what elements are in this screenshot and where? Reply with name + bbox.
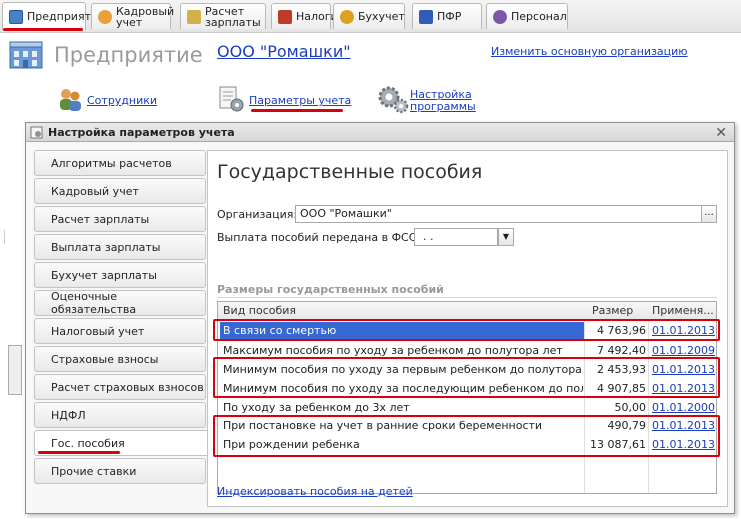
highlight-box — [213, 357, 720, 398]
tab-label: Персонал — [511, 10, 567, 23]
column-header-kind[interactable]: Вид пособия — [223, 302, 583, 320]
program-settings-link[interactable]: Настройка программы — [410, 89, 476, 113]
settings-nav: Алгоритмы расчетов Кадровый учет Расчет … — [34, 150, 210, 486]
nav-item-algorithms[interactable]: Алгоритмы расчетов — [34, 150, 206, 176]
organization-field[interactable]: ООО "Ромашки" — [295, 205, 702, 223]
nav-item-payroll-accounting[interactable]: Бухучет зарплаты — [34, 262, 206, 288]
nav-label: Кадровый учет — [51, 184, 139, 198]
dialog-title: Настройка параметров учета — [48, 125, 235, 139]
tab-enterprise[interactable]: Предприятие — [2, 2, 105, 30]
section-header: Размеры государственных пособий — [217, 283, 444, 296]
nav-item-ndfl[interactable]: НДФЛ — [34, 402, 206, 428]
index-child-benefits-link[interactable]: Индексировать пособия на детей — [217, 485, 413, 498]
close-icon[interactable]: ✕ — [715, 125, 727, 141]
personnel-icon — [98, 9, 112, 24]
nav-item-payroll-calc[interactable]: Расчет зарплаты — [34, 206, 206, 232]
staff-icon — [493, 9, 507, 24]
tab-personnel[interactable]: Кадровый учет — [91, 3, 175, 29]
tab-label: Расчет зарплаты — [205, 4, 261, 29]
tab-label: Бухучет — [358, 10, 405, 23]
tab-staff[interactable]: Персонал — [486, 3, 568, 29]
nav-label: НДФЛ — [51, 408, 86, 422]
accounting-params-icon — [219, 86, 244, 112]
accounting-settings-dialog: Настройка параметров учета ✕ Алгоритмы р… — [25, 122, 735, 514]
dialog-title-bar: Настройка параметров учета — [26, 123, 734, 142]
nav-label: Расчет зарплаты — [51, 212, 150, 226]
tab-payroll[interactable]: Расчет зарплаты — [180, 3, 266, 29]
accounting-icon — [340, 9, 354, 24]
employees-icon — [60, 89, 81, 111]
nav-label: Расчет страховых взносов — [51, 380, 204, 394]
column-header-size[interactable]: Размер — [592, 302, 650, 320]
nav-label: Налоговый учет — [51, 324, 145, 338]
accounting-params-link[interactable]: Параметры учета — [249, 95, 351, 107]
employees-link[interactable]: Сотрудники — [87, 95, 157, 107]
nav-item-insurance-calc[interactable]: Расчет страховых взносов — [34, 374, 206, 400]
payroll-icon — [187, 9, 201, 24]
page-title: Предприятие — [54, 43, 203, 67]
change-organization-link[interactable]: Изменить основную организацию — [491, 45, 688, 58]
organization-label: Организация: — [217, 208, 298, 221]
tab-label: Кадровый учет — [116, 4, 175, 29]
nav-label: Выплата зарплаты — [51, 240, 161, 254]
chevron-down-icon[interactable]: ▼ — [498, 228, 514, 246]
highlight-underline — [3, 28, 83, 31]
nav-label: Гос. пособия — [51, 436, 125, 450]
benefits-panel: Государственные пособия Организация: ООО… — [207, 150, 728, 507]
enterprise-icon — [9, 9, 23, 24]
nav-item-payroll-payment[interactable]: Выплата зарплаты — [34, 234, 206, 260]
nav-item-estimated-liabilities[interactable]: Оценочные обязательства — [34, 290, 206, 316]
settings-gears-icon — [378, 86, 409, 114]
highlight-underline — [38, 451, 120, 454]
nav-item-other-rates[interactable]: Прочие ставки — [34, 458, 206, 484]
nav-item-insurance-contributions[interactable]: Страховые взносы — [34, 346, 206, 372]
tab-label: ПФР — [437, 10, 462, 23]
panel-title: Государственные пособия — [217, 161, 483, 183]
taxes-icon — [278, 9, 292, 24]
section-divider — [217, 297, 717, 298]
highlight-box — [213, 319, 720, 341]
tab-pfr[interactable]: ПФР — [412, 3, 482, 29]
dialog-settings-icon — [30, 126, 43, 138]
nav-label: Страховые взносы — [51, 352, 159, 366]
nav-item-tax-accounting[interactable]: Налоговый учет — [34, 318, 206, 344]
pfr-icon — [419, 9, 433, 24]
nav-label: Прочие ставки — [51, 464, 137, 478]
tab-accounting[interactable]: Бухучет — [333, 3, 405, 29]
fss-date-label: Выплата пособий передана в ФСС с: — [217, 231, 430, 244]
tab-label: Налоги — [296, 10, 338, 23]
nav-label: Алгоритмы расчетов — [51, 156, 172, 170]
fss-date-field[interactable]: . . — [414, 228, 498, 246]
enterprise-building-icon — [9, 41, 43, 69]
nav-label: Оценочные обязательства — [51, 290, 137, 316]
organization-link[interactable]: ООО "Ромашки" — [217, 42, 351, 61]
nav-label: Бухучет зарплаты — [51, 268, 157, 282]
highlight-underline — [251, 109, 343, 112]
side-divider — [4, 230, 14, 244]
highlight-box — [213, 415, 720, 457]
select-organization-button[interactable]: ... — [701, 205, 717, 223]
side-panel-stub — [8, 345, 22, 395]
top-tab-bar: Предприятие Кадровый учет Расчет зарплат… — [0, 0, 741, 33]
nav-item-personnel[interactable]: Кадровый учет — [34, 178, 206, 204]
column-header-applied[interactable]: Применя... — [652, 302, 714, 320]
tab-taxes[interactable]: Налоги — [271, 3, 338, 29]
